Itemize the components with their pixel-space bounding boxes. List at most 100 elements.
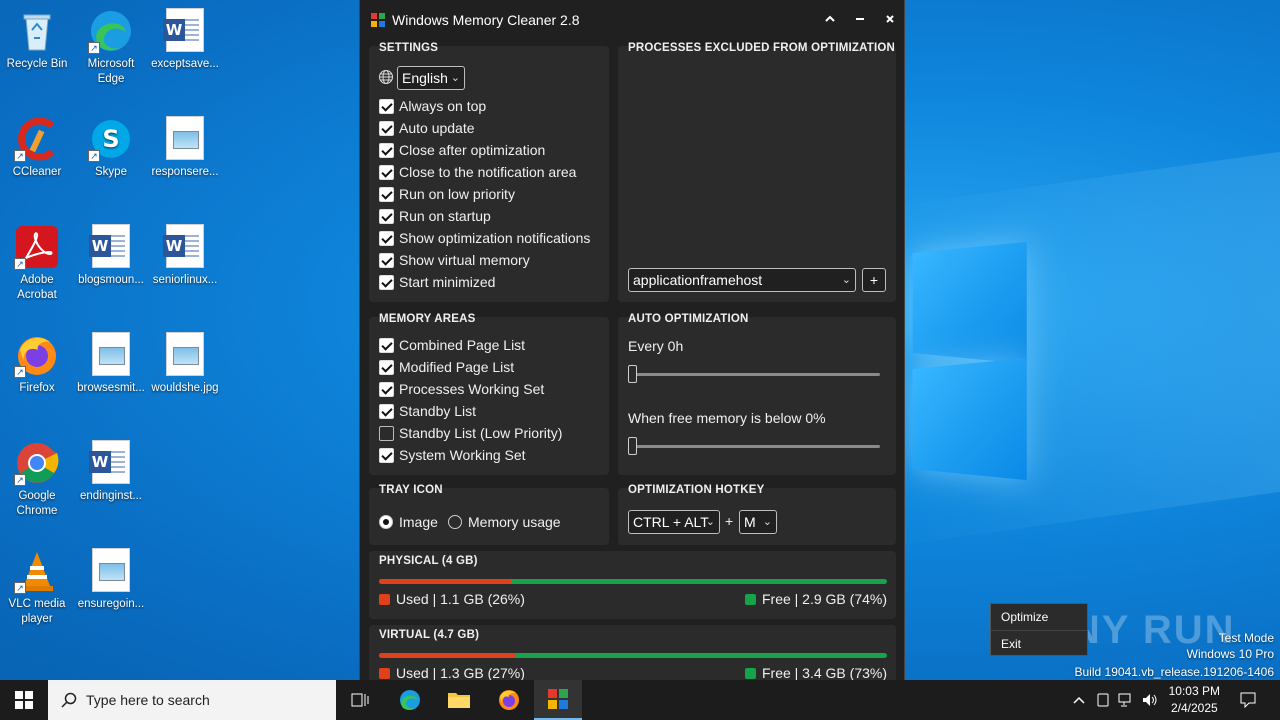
taskbar-edge[interactable] <box>386 680 434 720</box>
language-select[interactable]: English ⌄ <box>397 66 465 90</box>
word-doc-icon: W <box>162 8 208 54</box>
desktop-icon-acrobat[interactable]: ↗ Adobe Acrobat <box>0 224 74 303</box>
option-show-optimization-notifications[interactable]: Show optimization notifications <box>379 230 590 246</box>
auto-optimization-panel: AUTO OPTIMIZATION Every 0h When free mem… <box>618 313 896 475</box>
desktop-icon-blogsmoun[interactable]: W blogsmoun... <box>74 224 148 288</box>
virtual-memory-header: VIRTUAL (4.7 GB) <box>379 629 480 641</box>
checkbox[interactable] <box>379 425 394 441</box>
checkbox[interactable] <box>379 337 394 353</box>
auto-optimization-header: AUTO OPTIMIZATION <box>628 313 749 325</box>
desktop-icon-wouldshe[interactable]: wouldshe.jpg <box>148 332 222 396</box>
task-view-button[interactable] <box>336 680 384 720</box>
word-doc-icon: W <box>88 224 134 270</box>
option-run-on-low-priority[interactable]: Run on low priority <box>379 186 515 202</box>
free-memory-slider-thumb[interactable] <box>628 437 637 455</box>
desktop-icon-ccleaner[interactable]: ↗ CCleaner <box>0 116 74 180</box>
desktop-icon-recycle-bin[interactable]: Recycle Bin <box>0 8 74 72</box>
hotkey-header: OPTIMIZATION HOTKEY <box>628 484 765 496</box>
hotkey-modifier-select[interactable]: CTRL + ALT ⌄ <box>628 510 720 534</box>
excluded-processes-list[interactable] <box>628 66 886 262</box>
desktop-icon-label: exceptsave... <box>151 58 219 70</box>
checkbox[interactable] <box>379 252 394 268</box>
taskbar-file-explorer[interactable] <box>435 680 483 720</box>
tray-option-image[interactable]: Image <box>379 514 438 530</box>
area-processes-working-set[interactable]: Processes Working Set <box>379 381 544 397</box>
checkbox-label: Close after optimization <box>399 142 546 158</box>
checkbox[interactable] <box>379 208 394 224</box>
checkbox[interactable] <box>379 98 394 114</box>
desktop-icon-firefox[interactable]: ↗ Firefox <box>0 332 74 396</box>
action-center-button[interactable] <box>1232 680 1264 720</box>
physical-free-text: Free | 2.9 GB (74%) <box>761 591 887 607</box>
interval-slider-track[interactable] <box>628 373 880 376</box>
tray-network-icon[interactable] <box>1115 680 1137 720</box>
checkbox[interactable] <box>379 230 394 246</box>
radio-button[interactable] <box>379 515 393 529</box>
collapse-button[interactable] <box>818 8 842 32</box>
checkbox[interactable] <box>379 403 394 419</box>
desktop-icon-responsere[interactable]: responsere... <box>148 116 222 180</box>
desktop-icon-browsesmit[interactable]: browsesmit... <box>74 332 148 396</box>
process-select[interactable]: applicationframehost ⌄ <box>628 268 856 292</box>
tray-device-icon[interactable] <box>1092 680 1114 720</box>
recycle-bin-icon <box>14 8 60 54</box>
option-show-virtual-memory[interactable]: Show virtual memory <box>379 252 530 268</box>
window-title: Windows Memory Cleaner 2.8 <box>392 12 580 28</box>
tray-option-memory-usage[interactable]: Memory usage <box>448 514 561 530</box>
desktop-icon-exceptsave[interactable]: W exceptsave... <box>148 8 222 72</box>
area-standby-list[interactable]: Standby List <box>379 403 476 419</box>
desktop-icon-ensuregoin[interactable]: ensuregoin... <box>74 548 148 612</box>
checkbox[interactable] <box>379 447 394 463</box>
checkbox-label: Always on top <box>399 98 487 114</box>
desktop-icon-endinginst[interactable]: W endinginst... <box>74 440 148 504</box>
taskbar-clock[interactable]: 10:03 PM 2/4/2025 <box>1169 683 1220 717</box>
option-auto-update[interactable]: Auto update <box>379 120 475 136</box>
checkbox-label: Start minimized <box>399 274 496 290</box>
checkbox[interactable] <box>379 164 394 180</box>
minimize-button[interactable] <box>848 8 872 32</box>
taskbar-firefox[interactable] <box>485 680 533 720</box>
free-memory-slider-track[interactable] <box>628 445 880 448</box>
option-close-to-notification-area[interactable]: Close to the notification area <box>379 164 576 180</box>
radio-button[interactable] <box>448 515 462 529</box>
title-bar[interactable]: Windows Memory Cleaner 2.8 <box>360 0 904 40</box>
hotkey-key-select[interactable]: M ⌄ <box>739 510 777 534</box>
menu-item-optimize[interactable]: Optimize <box>991 604 1087 630</box>
checkbox[interactable] <box>379 120 394 136</box>
taskbar-memory-cleaner[interactable] <box>534 680 582 720</box>
checkbox[interactable] <box>379 381 394 397</box>
checkbox[interactable] <box>379 186 394 202</box>
taskbar-search-box[interactable]: Type here to search <box>48 680 336 720</box>
area-standby-list-low-priority[interactable]: Standby List (Low Priority) <box>379 425 562 441</box>
desktop-icon-skype[interactable]: S ↗ Skype <box>74 116 148 180</box>
show-hidden-icons-button[interactable] <box>1068 680 1090 720</box>
area-combined-page-list[interactable]: Combined Page List <box>379 337 525 353</box>
area-modified-page-list[interactable]: Modified Page List <box>379 359 514 375</box>
interval-slider-thumb[interactable] <box>628 365 637 383</box>
area-system-working-set[interactable]: System Working Set <box>379 447 526 463</box>
desktop-icon-seniorlinux[interactable]: W seniorlinux... <box>148 224 222 288</box>
menu-item-exit[interactable]: Exit <box>991 630 1087 656</box>
desktop-icon-chrome[interactable]: ↗ Google Chrome <box>0 440 74 519</box>
chevron-down-icon: ⌄ <box>450 72 460 84</box>
close-button[interactable] <box>878 8 902 32</box>
tray-volume-icon[interactable] <box>1139 680 1161 720</box>
start-button[interactable] <box>0 680 48 720</box>
desktop-icon-label: Firefox <box>19 382 55 394</box>
option-run-on-startup[interactable]: Run on startup <box>379 208 491 224</box>
notification-icon <box>1240 692 1256 708</box>
checkbox[interactable] <box>379 142 394 158</box>
desktop-icon-edge[interactable]: ↗ Microsoft Edge <box>74 8 148 87</box>
desktop-icon-vlc[interactable]: ↗ VLC media player <box>0 548 74 627</box>
used-color-swatch <box>379 593 390 605</box>
option-close-after-optimization[interactable]: Close after optimization <box>379 142 545 158</box>
option-start-minimized[interactable]: Start minimized <box>379 274 495 290</box>
search-placeholder: Type here to search <box>86 692 210 708</box>
checkbox[interactable] <box>379 359 394 375</box>
option-always-on-top[interactable]: Always on top <box>379 98 486 114</box>
checkbox[interactable] <box>379 274 394 290</box>
desktop-icon-label: CCleaner <box>12 166 62 178</box>
add-process-button[interactable]: + <box>862 268 886 292</box>
interval-label: Every 0h <box>628 338 684 354</box>
physical-used-legend: Used | 1.1 GB (26%) <box>379 591 525 607</box>
